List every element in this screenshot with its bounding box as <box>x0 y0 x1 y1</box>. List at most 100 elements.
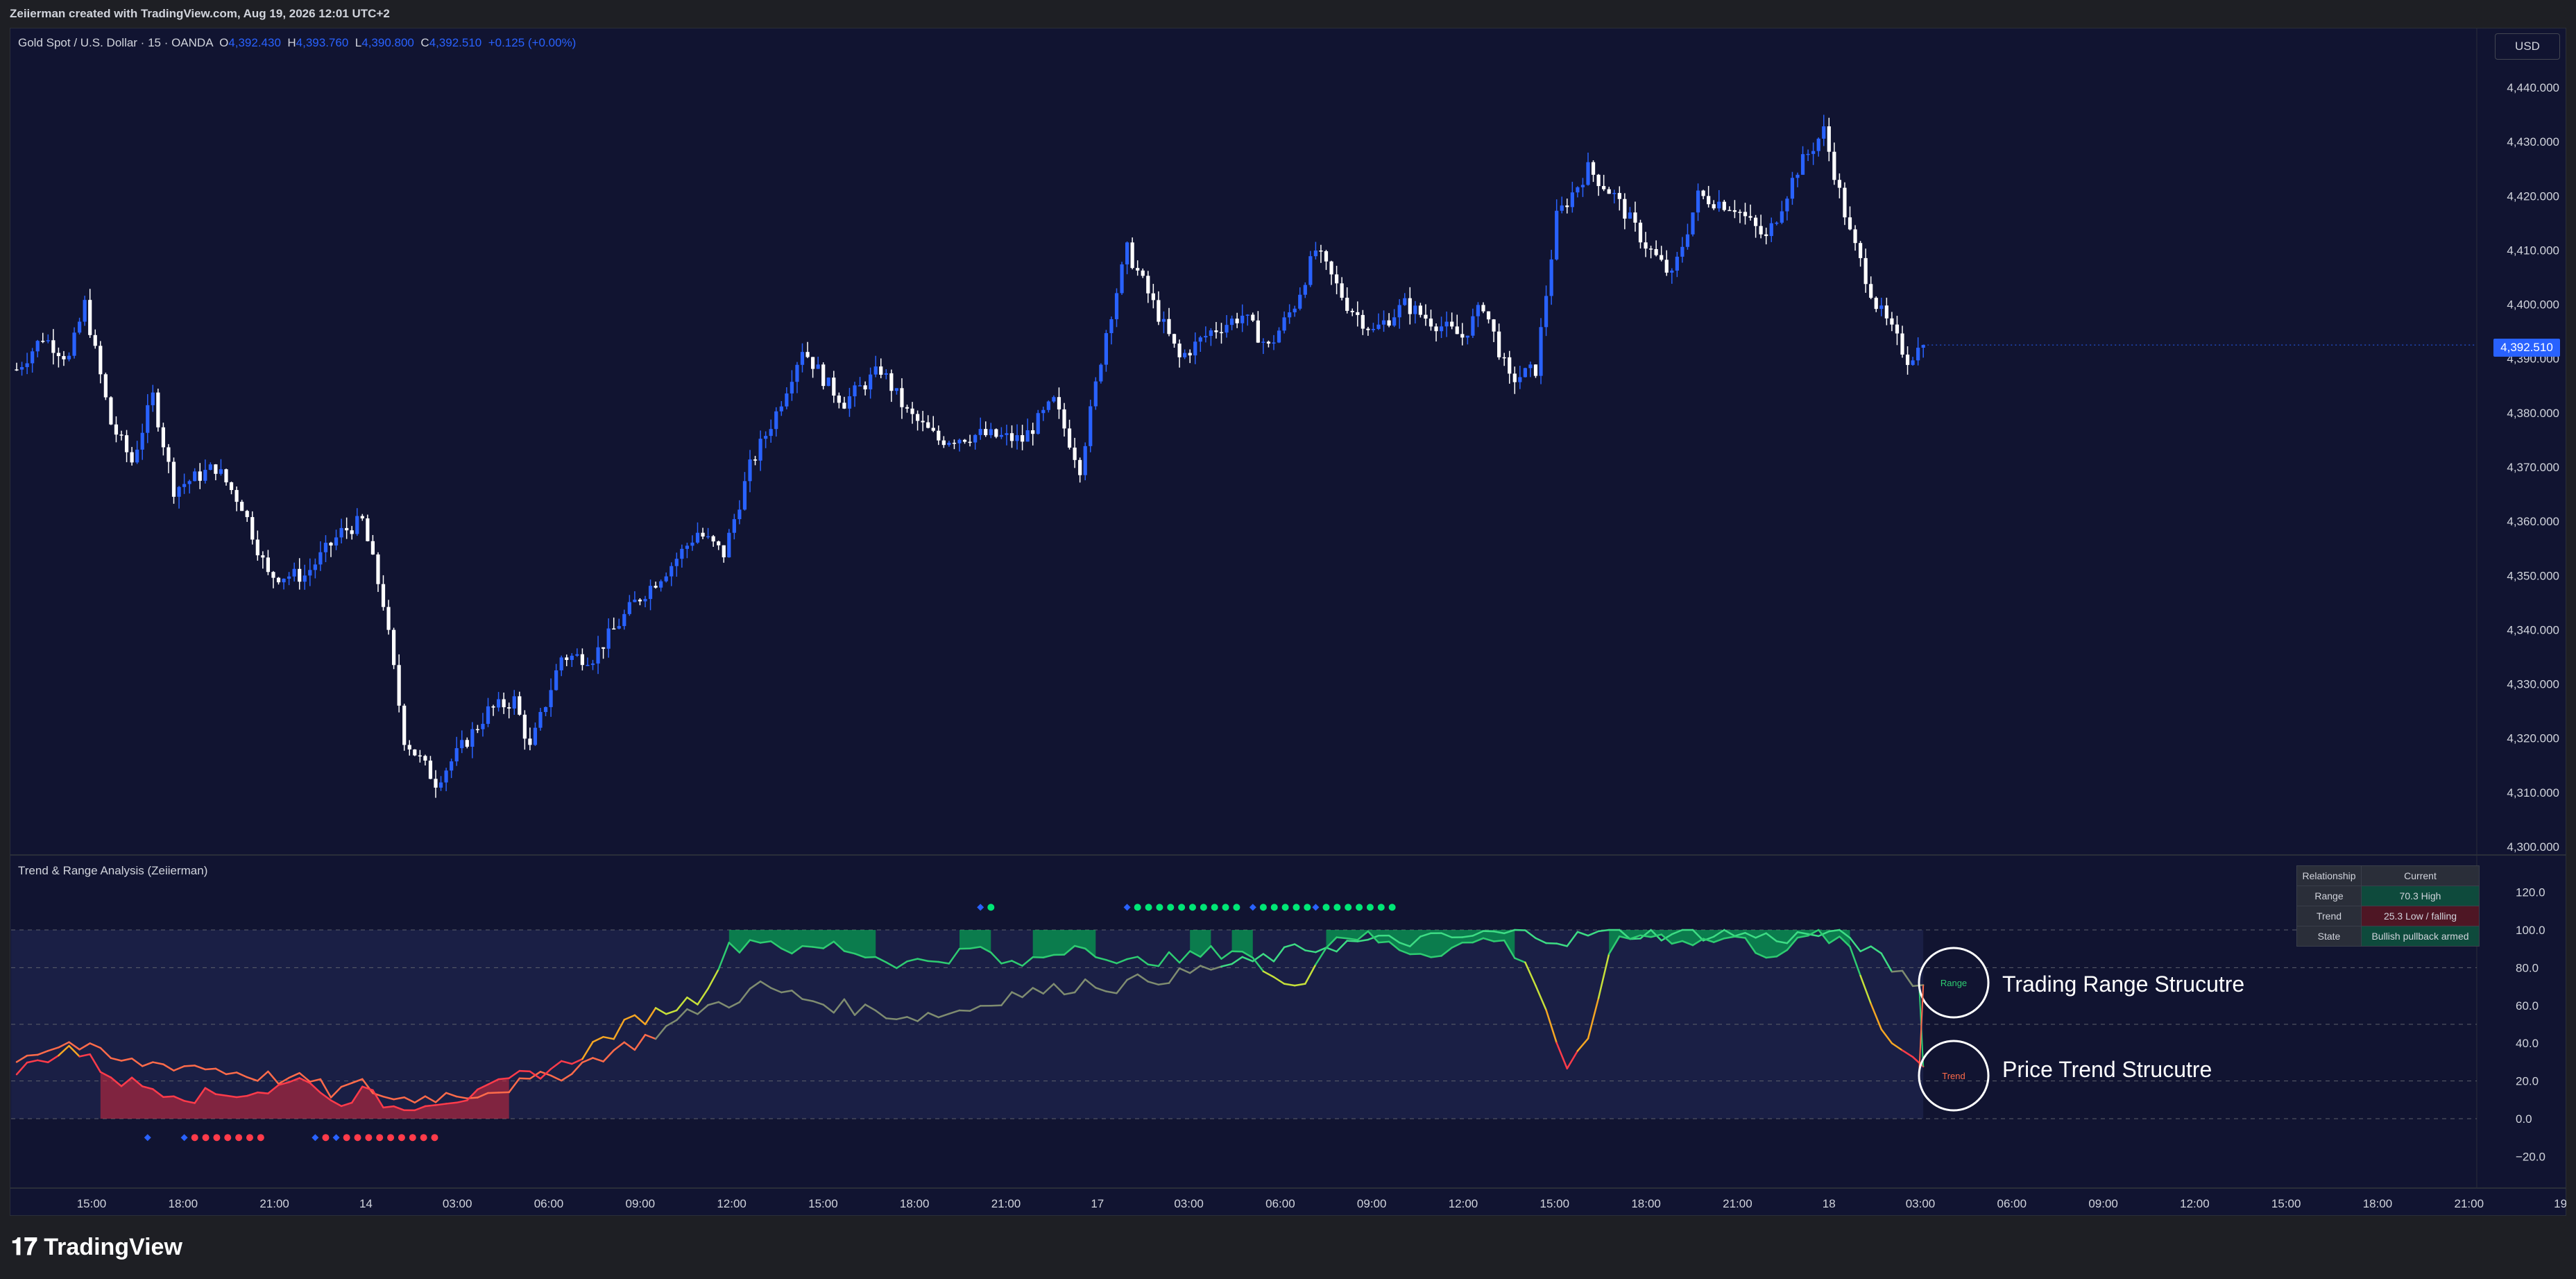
candle-body <box>234 490 239 502</box>
candle-body <box>1869 284 1873 298</box>
candle-body <box>816 364 820 369</box>
price-tick-label: 4,420.000 <box>2507 189 2559 203</box>
time-tick-label: 18 <box>1823 1197 1836 1210</box>
candle-body <box>1859 243 1863 258</box>
candle-body <box>1654 248 1658 255</box>
candle-body <box>952 443 957 444</box>
change-value: +0.125 (+0.00%) <box>488 36 577 49</box>
candle-body <box>1481 305 1485 312</box>
candle-body <box>1863 257 1868 285</box>
candlestick-series <box>15 115 2477 798</box>
candle-body <box>376 554 380 584</box>
candle-body <box>674 559 679 566</box>
price-axis: 4,440.000 4,430.000 4,420.000 4,410.000 4,40… <box>2507 81 2559 854</box>
candle-body <box>1167 319 1171 334</box>
candle-body <box>444 770 448 783</box>
candle-body <box>1806 153 1810 155</box>
candle-body <box>863 385 867 390</box>
candle-body <box>1428 319 1433 327</box>
candle-body <box>266 557 270 573</box>
range-series-segment <box>927 960 940 963</box>
candle-body <box>1743 212 1748 217</box>
candle-body <box>167 447 171 462</box>
bull-signal-dot <box>1356 904 1363 911</box>
candle-body <box>1009 433 1014 441</box>
candle-body <box>512 696 516 709</box>
high-value: 4,393.760 <box>296 36 349 49</box>
candle-body <box>1628 212 1632 219</box>
bear-signal-dot <box>420 1134 427 1142</box>
tradingview-logo[interactable]: 𝟏𝟕 TradingView <box>11 1234 182 1261</box>
range-series-segment <box>864 956 877 958</box>
candle-body <box>1492 319 1496 332</box>
bull-signal-dot <box>1270 904 1278 911</box>
candle-body <box>1800 154 1805 175</box>
candle-body <box>837 396 841 403</box>
table-row: State Bullish pullback armed <box>2296 926 2480 947</box>
candle-body <box>1701 190 1705 196</box>
candle-body <box>109 397 113 425</box>
candle-body <box>31 351 35 364</box>
candle-body <box>56 353 60 357</box>
candle-body <box>989 429 993 436</box>
candle-body <box>1785 198 1789 212</box>
candle-body <box>318 552 323 565</box>
candle-body <box>1261 341 1265 343</box>
currency-button[interactable]: USD <box>2495 33 2560 60</box>
time-tick-label: 21:00 <box>2455 1197 2484 1210</box>
candle-body <box>1198 337 1202 342</box>
candle-body <box>1843 187 1847 218</box>
indicator-title[interactable]: Trend & Range Analysis (Zeiierman) <box>18 864 207 878</box>
candle-body <box>1717 201 1721 209</box>
candle-body <box>1141 270 1145 276</box>
candle-body <box>334 537 339 546</box>
candle-body <box>638 600 642 602</box>
chart-canvas[interactable]: 4,440.000 4,430.000 4,420.000 4,410.000 4,40… <box>10 28 2566 1216</box>
candle-body <box>659 581 663 588</box>
table-header-row: Relationship Current <box>2296 865 2480 886</box>
candle-body <box>1345 298 1349 311</box>
candle-body <box>261 555 265 558</box>
candle-body <box>873 366 878 375</box>
candle-body <box>1460 334 1465 338</box>
candle-body <box>947 443 951 446</box>
price-tick-label: 4,320.000 <box>2507 732 2559 745</box>
bull-signal-dot <box>987 904 995 911</box>
candle-body <box>1340 283 1344 298</box>
candle-body <box>1245 314 1249 316</box>
candle-body <box>83 300 87 322</box>
bull-signal-dot <box>1211 904 1218 911</box>
candle-body <box>570 655 574 660</box>
range-marker-text: Range <box>1940 978 1967 988</box>
candle-body <box>1732 210 1737 212</box>
candle-body <box>695 532 700 543</box>
price-tick-label: 4,350.000 <box>2507 569 2559 582</box>
candle-body <box>1691 212 1695 235</box>
candle-body <box>1586 162 1590 185</box>
candle-body <box>1811 151 1816 154</box>
candle-body <box>1240 315 1245 323</box>
candle-body <box>790 382 794 393</box>
bear-signal-dot <box>398 1134 405 1142</box>
time-tick-label: 09:00 <box>626 1197 656 1210</box>
candle-body <box>1089 406 1093 446</box>
candle-body <box>438 782 443 788</box>
tv-logo-text: TradingView <box>44 1234 182 1260</box>
candle-body <box>1497 331 1501 357</box>
bear-signal-dot <box>224 1134 232 1142</box>
candle-body <box>1136 268 1140 271</box>
candle-body <box>869 374 873 390</box>
candle-body <box>308 570 312 576</box>
candle-body <box>612 628 616 630</box>
time-tick-label: 15:00 <box>77 1197 107 1210</box>
time-tick-label: 14 <box>359 1197 373 1210</box>
candle-body <box>302 575 307 582</box>
candle-body <box>1403 298 1407 305</box>
candle-body <box>1476 305 1481 316</box>
candle-body <box>454 748 459 762</box>
candle-body <box>1360 314 1365 329</box>
trend-series-segment <box>518 1077 531 1080</box>
symbol-legend[interactable]: Gold Spot / U.S. Dollar · 15 · OANDA O4,… <box>18 36 576 50</box>
candle-body <box>1025 430 1030 442</box>
candle-body <box>345 527 349 531</box>
